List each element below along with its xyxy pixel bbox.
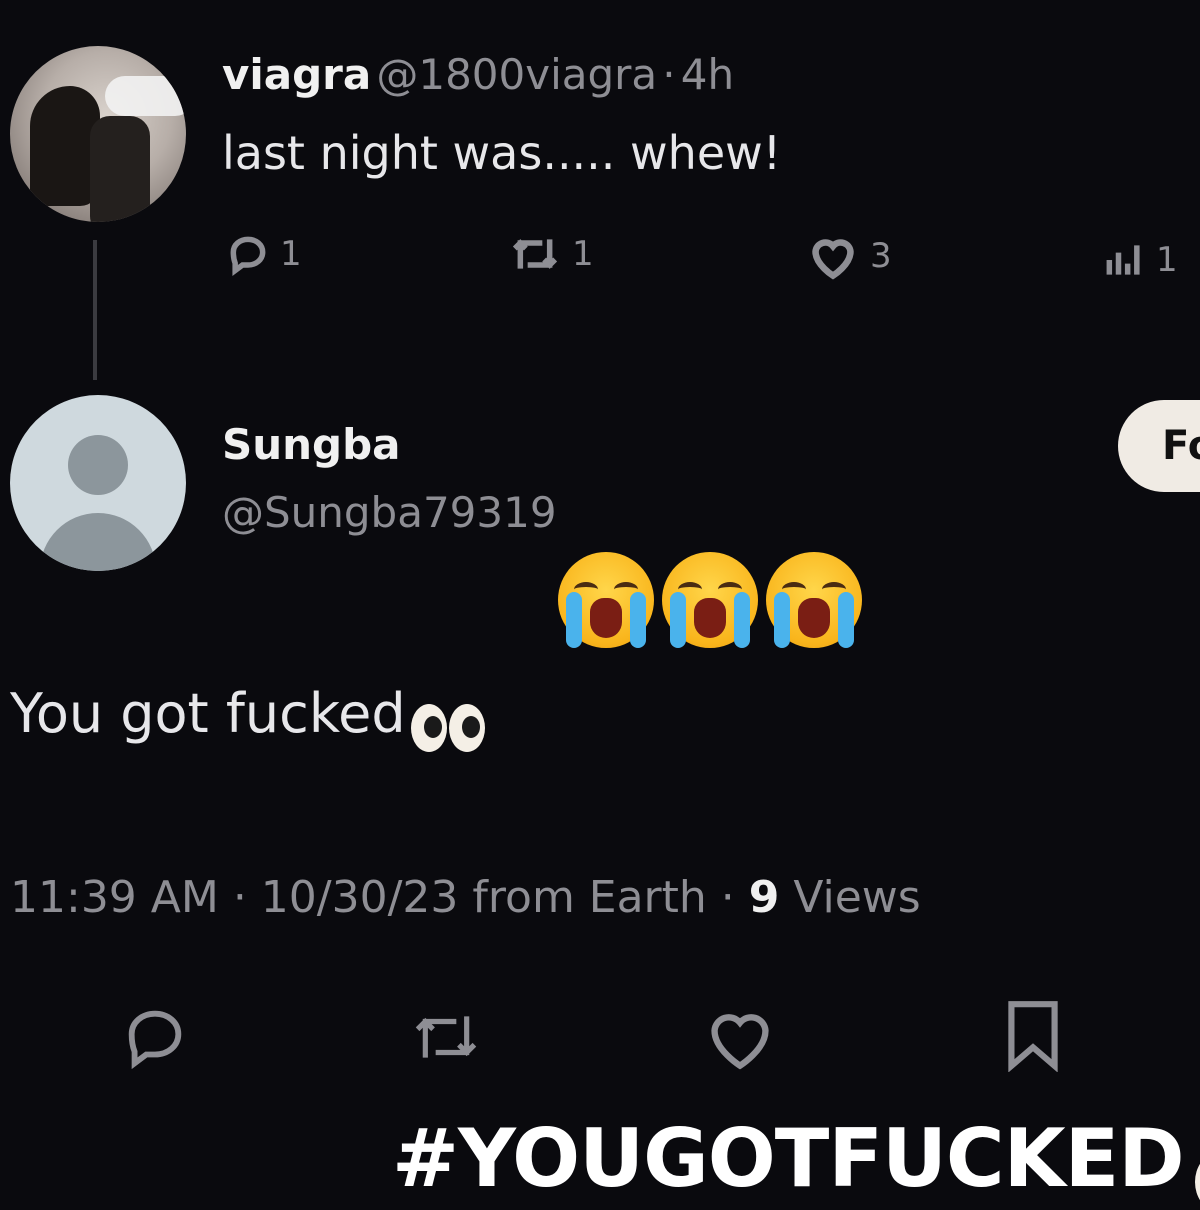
tweet-timestamp[interactable]: 11:39 AM · 10/30/23 from Earth · [10, 872, 749, 923]
parent-retweet-action[interactable]: 1 [508, 232, 594, 276]
retweet-count: 1 [572, 234, 594, 274]
reply-handle[interactable]: @Sungba79319 [222, 488, 557, 537]
reply-count: 1 [280, 234, 302, 274]
reply-icon [230, 236, 266, 276]
avatar-blur-patch [105, 76, 186, 116]
reply-tweet-text: You got fucked [10, 682, 406, 745]
heart-icon [711, 1014, 769, 1070]
bookmark-icon [1008, 1001, 1058, 1073]
eyes-emoji [410, 703, 485, 752]
follow-button[interactable]: Fo [1118, 400, 1200, 492]
retweet-icon [415, 1016, 477, 1058]
thread-connector-line [93, 240, 97, 380]
parent-tweet-text: last night was..... whew! [222, 126, 782, 180]
parent-like-action[interactable]: 3 [806, 232, 892, 280]
views-chart-icon [1106, 245, 1140, 275]
tweet-timestamp-line: 11:39 AM · 10/30/23 from Earth · 9 Views [10, 872, 921, 923]
loudly-crying-emoji-2 [662, 552, 758, 648]
loudly-crying-emoji-1 [558, 552, 654, 648]
like-count: 3 [870, 236, 892, 276]
default-avatar-head [68, 435, 128, 495]
bookmark-button[interactable] [1000, 998, 1066, 1076]
views-count: 1 [1156, 240, 1178, 280]
parent-handle[interactable]: @1800viagra [376, 50, 657, 99]
reply-avatar[interactable] [10, 395, 186, 571]
default-avatar-shoulders [40, 513, 156, 571]
reply-icon [128, 1010, 182, 1070]
like-button[interactable] [700, 1002, 780, 1076]
overlay-caption: #YOUGOTFUCKED [392, 1112, 1200, 1210]
eyes-emoji-overlay [1194, 1153, 1200, 1210]
parent-reply-action[interactable]: 1 [226, 232, 302, 276]
parent-time[interactable]: 4h [681, 50, 734, 99]
reply-tweet-body: You got fucked [10, 682, 485, 752]
views-number: 9 [748, 872, 780, 923]
avatar-photo-detail-2 [90, 116, 150, 222]
parent-display-name[interactable]: viagra [222, 50, 371, 99]
overlay-hashtag: #YOUGOTFUCKED [392, 1112, 1185, 1205]
retweet-icon [512, 239, 558, 269]
reply-display-name[interactable]: Sungba [222, 420, 401, 469]
retweet-button[interactable] [404, 1006, 488, 1072]
parent-views-action[interactable]: 1 [1102, 238, 1178, 282]
views-label: Views [779, 872, 921, 923]
reply-button[interactable] [118, 1002, 192, 1076]
parent-avatar[interactable] [10, 46, 186, 222]
header-separator: · [662, 50, 676, 99]
heart-icon [812, 239, 854, 280]
parent-header: viagra @1800viagra · 4h [222, 50, 734, 99]
loudly-crying-emoji-3 [766, 552, 862, 648]
